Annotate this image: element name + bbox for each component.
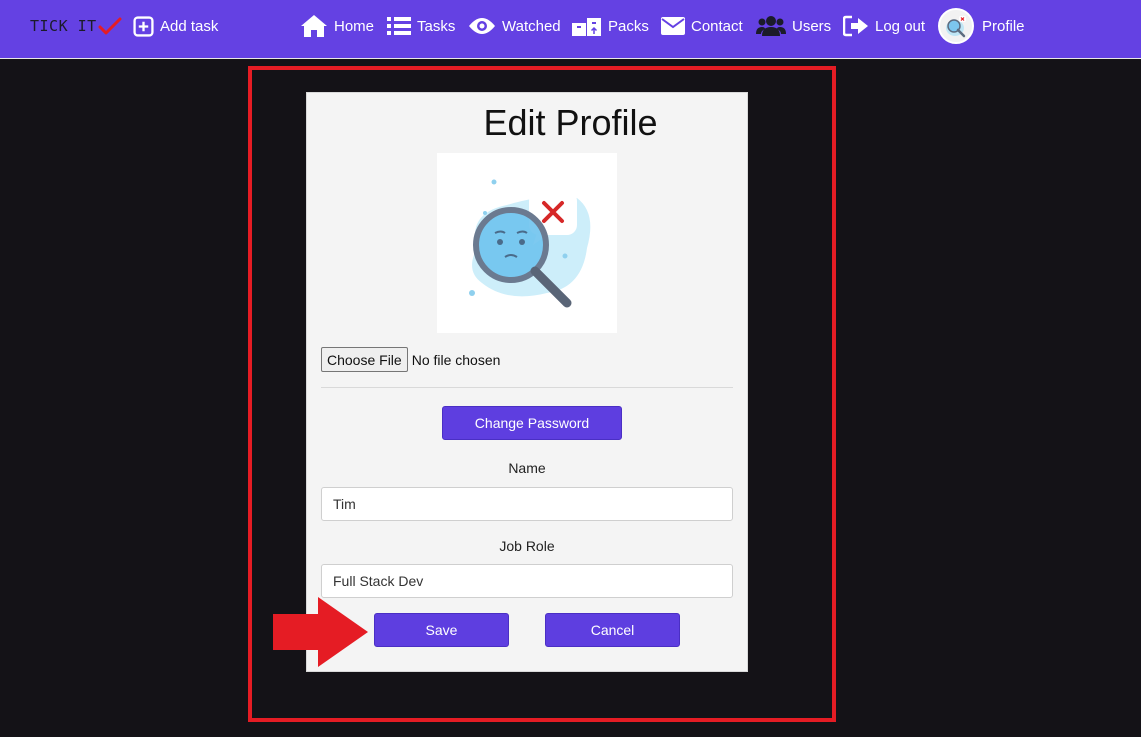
nav-contact[interactable]: Contact: [661, 0, 743, 52]
nav-log-out[interactable]: Log out: [843, 0, 925, 52]
job-role-label: Job Role: [499, 538, 555, 554]
nav-label: Tasks: [417, 17, 456, 35]
nav-watched[interactable]: Watched: [468, 0, 561, 52]
logo[interactable]: TICK IT: [30, 14, 122, 38]
nav-label: Home: [334, 17, 375, 35]
nav-label: Watched: [502, 17, 561, 35]
save-button[interactable]: Save: [374, 613, 509, 647]
nav-add-task[interactable]: Add task: [133, 0, 218, 52]
eye-icon: [468, 16, 496, 36]
page-title: Edit Profile: [483, 102, 658, 143]
change-password-button[interactable]: Change Password: [442, 406, 622, 440]
nav-label: Users: [792, 17, 832, 35]
nav-label: Profile: [982, 17, 1025, 35]
nav-users[interactable]: Users: [756, 0, 831, 52]
nav-profile[interactable]: Profile: [938, 0, 1025, 52]
nav-packs[interactable]: Packs: [572, 0, 649, 52]
name-label: Name: [508, 460, 546, 476]
nav-label: Packs: [608, 17, 649, 35]
nav-label: Log out: [875, 17, 926, 35]
navbar: TICK IT Add task Home Tasks Watched Pack…: [0, 0, 1141, 59]
envelope-icon: [661, 17, 685, 35]
nav-label: Contact: [691, 17, 743, 35]
home-icon: [300, 14, 328, 38]
arrow-right-icon: [273, 597, 368, 667]
checkmark-icon: [98, 17, 122, 35]
profile-image: [437, 153, 617, 333]
boxes-icon: [572, 14, 602, 38]
file-upload: Choose File No file chosen: [321, 347, 500, 372]
divider: [321, 387, 733, 388]
job-role-input[interactable]: [321, 564, 733, 598]
avatar: [938, 8, 974, 44]
choose-file-button[interactable]: Choose File: [321, 347, 408, 372]
nav-tasks[interactable]: Tasks: [387, 0, 455, 52]
list-icon: [387, 16, 411, 36]
logo-text: TICK IT: [30, 17, 97, 35]
users-icon: [756, 15, 786, 37]
sign-out-icon: [843, 15, 869, 37]
name-input[interactable]: [321, 487, 733, 521]
nav-home[interactable]: Home: [300, 0, 374, 52]
file-status: No file chosen: [411, 351, 501, 368]
nav-label: Add task: [160, 17, 219, 35]
plus-square-icon: [133, 15, 154, 37]
cancel-button[interactable]: Cancel: [545, 613, 680, 647]
